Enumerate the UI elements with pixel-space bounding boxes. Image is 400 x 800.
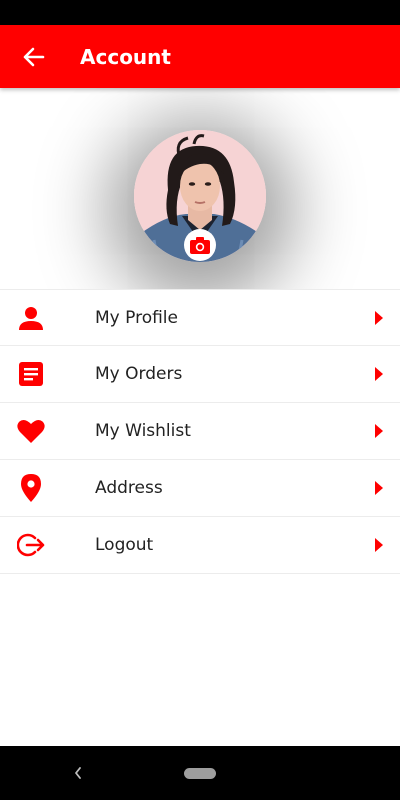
menu-label: My Orders: [95, 364, 183, 384]
system-back-button[interactable]: [70, 764, 86, 782]
menu-item-logout[interactable]: Logout: [0, 517, 400, 574]
chevron-right-icon: [375, 424, 383, 438]
profile-header: [0, 88, 400, 290]
menu-item-address[interactable]: Address: [0, 460, 400, 517]
chevron-right-icon: [375, 481, 383, 495]
location-pin-icon: [21, 474, 41, 502]
change-photo-button[interactable]: [184, 229, 216, 261]
menu-item-my-wishlist[interactable]: My Wishlist: [0, 403, 400, 460]
chevron-right-icon: [375, 310, 383, 325]
arrow-left-icon: [23, 47, 45, 66]
menu-item-my-profile[interactable]: My Profile: [0, 289, 400, 346]
back-button[interactable]: [0, 25, 72, 88]
chevron-left-icon: [75, 767, 81, 779]
menu-label: My Wishlist: [95, 421, 191, 441]
orders-icon: [19, 362, 43, 386]
camera-icon: [190, 236, 210, 254]
menu-label: Address: [95, 478, 163, 498]
person-icon: [19, 306, 43, 330]
system-nav-bar: [0, 746, 400, 800]
system-home-button[interactable]: [184, 768, 216, 779]
account-menu: My Profile My Orders My Wishlist Address…: [0, 289, 400, 574]
menu-label: My Profile: [95, 307, 178, 328]
page-title: Account: [80, 44, 171, 69]
chevron-right-icon: [375, 538, 383, 552]
heart-icon: [17, 419, 45, 443]
avatar-container: [134, 130, 266, 262]
app-bar: Account: [0, 25, 400, 88]
status-bar: [0, 0, 400, 25]
chevron-right-icon: [375, 367, 383, 381]
menu-item-my-orders[interactable]: My Orders: [0, 346, 400, 403]
logout-icon: [17, 533, 45, 557]
menu-label: Logout: [95, 535, 154, 555]
